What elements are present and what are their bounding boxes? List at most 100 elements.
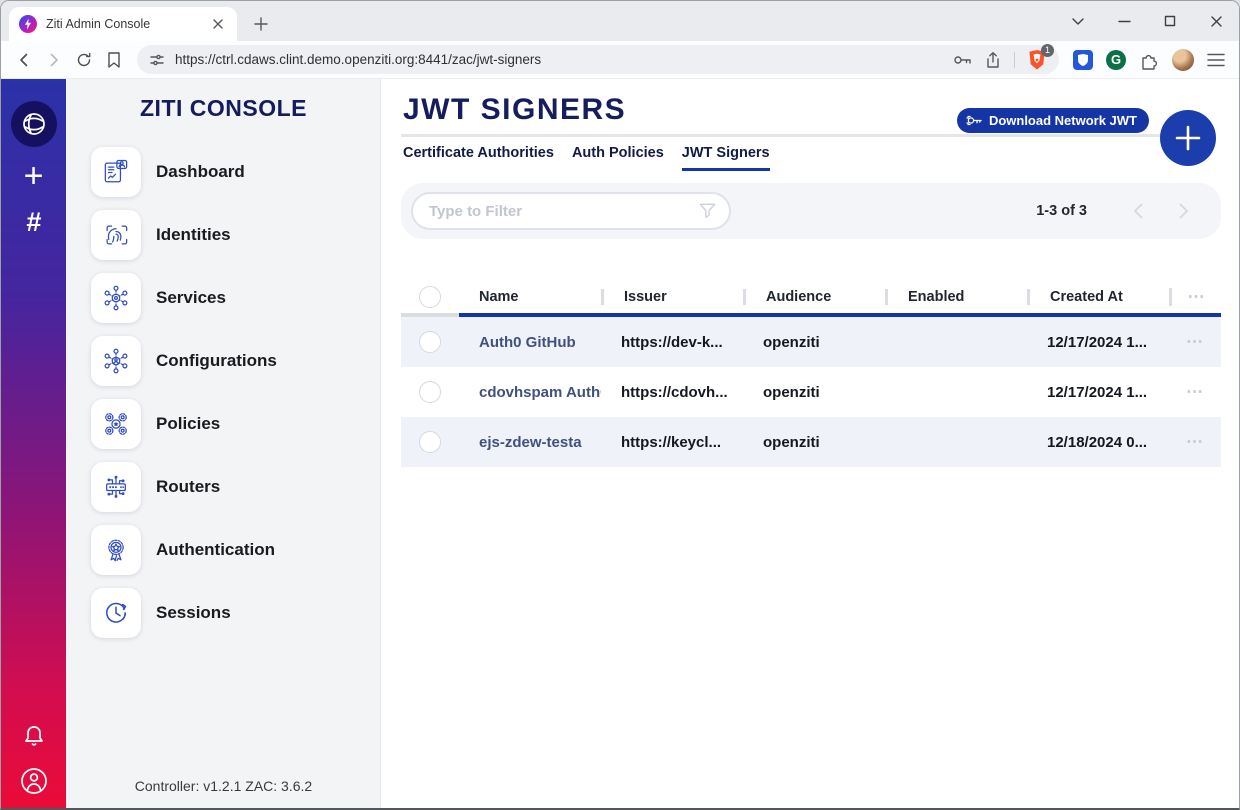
url-text[interactable]: https://ctrl.cdaws.clint.demo.openziti.o…: [175, 52, 952, 67]
cell-issuer: https://cdovh...: [601, 384, 743, 401]
brave-shield-icon[interactable]: 1: [1027, 49, 1049, 71]
header-divider: [401, 134, 1164, 137]
sidebar-item-dashboard[interactable]: Dashboard: [66, 140, 381, 203]
sidebar-item-routers[interactable]: Routers: [66, 455, 381, 518]
jwt-key-icon: [966, 113, 983, 128]
page-tabs: Certificate Authorities Auth Policies JW…: [403, 145, 770, 171]
browser-toolbar: https://ctrl.cdaws.clint.demo.openziti.o…: [1, 41, 1239, 79]
filter-funnel-icon: [697, 200, 718, 226]
column-header-enabled[interactable]: Enabled: [885, 289, 1027, 305]
row-actions-button[interactable]: [1186, 432, 1204, 452]
cell-name: cdovhspam Auth0: [459, 384, 601, 401]
app-sidebar: ZITI CONSOLE Dashboard Identities Servic…: [66, 79, 381, 808]
cell-audience: openziti: [743, 384, 885, 401]
app-title: ZITI CONSOLE: [66, 95, 381, 122]
dashboard-icon: [91, 147, 141, 197]
row-select-radio[interactable]: [419, 431, 441, 453]
sidebar-item-label: Dashboard: [156, 162, 245, 182]
column-options-button[interactable]: [1188, 287, 1206, 307]
tab-strip: Ziti Admin Console: [1, 1, 1239, 41]
configurations-network-icon: [91, 336, 141, 386]
tab-close-icon[interactable]: [209, 15, 227, 33]
policies-gears-icon: [91, 399, 141, 449]
table-row[interactable]: ejs-zdew-testa https://keycl... openziti…: [401, 417, 1221, 467]
sidebar-item-configurations[interactable]: Configurations: [66, 329, 381, 392]
refresh-icon[interactable]: [69, 45, 99, 75]
sessions-clock-icon: [91, 588, 141, 638]
filter-bar: 1-3 of 3: [401, 183, 1221, 239]
sidebar-item-label: Authentication: [156, 540, 275, 560]
sidebar-item-sessions[interactable]: Sessions: [66, 581, 381, 644]
row-select-radio[interactable]: [419, 331, 441, 353]
bitwarden-extension-icon[interactable]: [1073, 50, 1093, 70]
cell-created-at: 12/17/2024 1...: [1027, 334, 1169, 351]
table-row[interactable]: Auth0 GitHub https://dev-k... openziti 1…: [401, 317, 1221, 367]
cell-issuer: https://dev-k...: [601, 334, 743, 351]
download-button-label: Download Network JWT: [989, 113, 1137, 128]
new-tab-button[interactable]: [249, 12, 273, 36]
notifications-bell-icon[interactable]: [17, 720, 51, 754]
table-header-underline: [401, 313, 1221, 317]
add-jwt-signer-button[interactable]: [1160, 110, 1216, 166]
tab-auth-policies[interactable]: Auth Policies: [572, 145, 664, 171]
column-header-audience[interactable]: Audience: [743, 289, 885, 305]
sidebar-item-label: Configurations: [156, 351, 277, 371]
maximize-button[interactable]: [1157, 9, 1183, 33]
site-settings-icon[interactable]: [149, 52, 165, 68]
tab-certificate-authorities[interactable]: Certificate Authorities: [403, 145, 554, 171]
table-row[interactable]: cdovhspam Auth0 https://cdovh... openzit…: [401, 367, 1221, 417]
main-content: JWT SIGNERS Download Network JWT Certifi…: [381, 79, 1239, 808]
sidebar-item-policies[interactable]: Policies: [66, 392, 381, 455]
cell-issuer: https://keycl...: [601, 434, 743, 451]
rail-add-icon[interactable]: +: [17, 159, 51, 193]
close-window-button[interactable]: [1203, 9, 1229, 33]
download-network-jwt-button[interactable]: Download Network JWT: [957, 108, 1149, 133]
next-page-icon[interactable]: [1173, 200, 1195, 222]
ziti-globe-icon[interactable]: [11, 101, 57, 147]
url-bar[interactable]: https://ctrl.cdaws.clint.demo.openziti.o…: [137, 45, 1059, 74]
sidebar-item-services[interactable]: Services: [66, 266, 381, 329]
share-icon[interactable]: [984, 51, 1002, 69]
sidebar-item-authentication[interactable]: Authentication: [66, 518, 381, 581]
table-header-row: Name Issuer Audience Enabled Created At: [401, 281, 1221, 313]
row-select-radio[interactable]: [419, 381, 441, 403]
sidebar-item-label: Policies: [156, 414, 220, 434]
cell-audience: openziti: [743, 434, 885, 451]
sidebar-item-label: Sessions: [156, 603, 231, 623]
sidebar-item-label: Identities: [156, 225, 231, 245]
authentication-badge-icon: [91, 525, 141, 575]
shield-badge: 1: [1041, 44, 1054, 57]
menu-hamburger-icon[interactable]: [1207, 53, 1225, 67]
cell-created-at: 12/17/2024 1...: [1027, 384, 1169, 401]
column-header-created-at[interactable]: Created At: [1027, 289, 1169, 305]
browser-tab[interactable]: Ziti Admin Console: [9, 7, 237, 41]
sidebar-item-identities[interactable]: Identities: [66, 203, 381, 266]
browser-window: Ziti Admin Console: [0, 0, 1240, 810]
prev-page-icon[interactable]: [1127, 200, 1149, 222]
extensions-puzzle-icon[interactable]: [1139, 50, 1159, 70]
rail-hash-icon[interactable]: #: [17, 205, 51, 239]
forward-icon[interactable]: [39, 45, 69, 75]
profile-avatar[interactable]: [1172, 49, 1194, 71]
back-icon[interactable]: [9, 45, 39, 75]
column-header-name[interactable]: Name: [459, 289, 601, 305]
profile-person-icon[interactable]: [17, 764, 51, 798]
column-header-issuer[interactable]: Issuer: [601, 289, 743, 305]
tab-search-icon[interactable]: [1065, 9, 1091, 33]
sidebar-item-label: Services: [156, 288, 226, 308]
minimize-button[interactable]: [1111, 9, 1137, 33]
row-actions-button[interactable]: [1186, 382, 1204, 402]
identities-fingerprint-icon: [91, 210, 141, 260]
ziti-favicon-icon: [19, 15, 37, 33]
bookmark-icon[interactable]: [99, 45, 129, 75]
services-network-icon: [91, 273, 141, 323]
filter-input[interactable]: [411, 192, 731, 230]
select-all-radio[interactable]: [419, 286, 441, 308]
cell-audience: openziti: [743, 334, 885, 351]
tab-jwt-signers[interactable]: JWT Signers: [682, 145, 770, 171]
omnibox-divider: [1014, 52, 1015, 68]
grammarly-extension-icon[interactable]: G: [1106, 50, 1126, 70]
password-key-icon[interactable]: [952, 52, 972, 68]
cell-created-at: 12/18/2024 0...: [1027, 434, 1169, 451]
row-actions-button[interactable]: [1186, 332, 1204, 352]
